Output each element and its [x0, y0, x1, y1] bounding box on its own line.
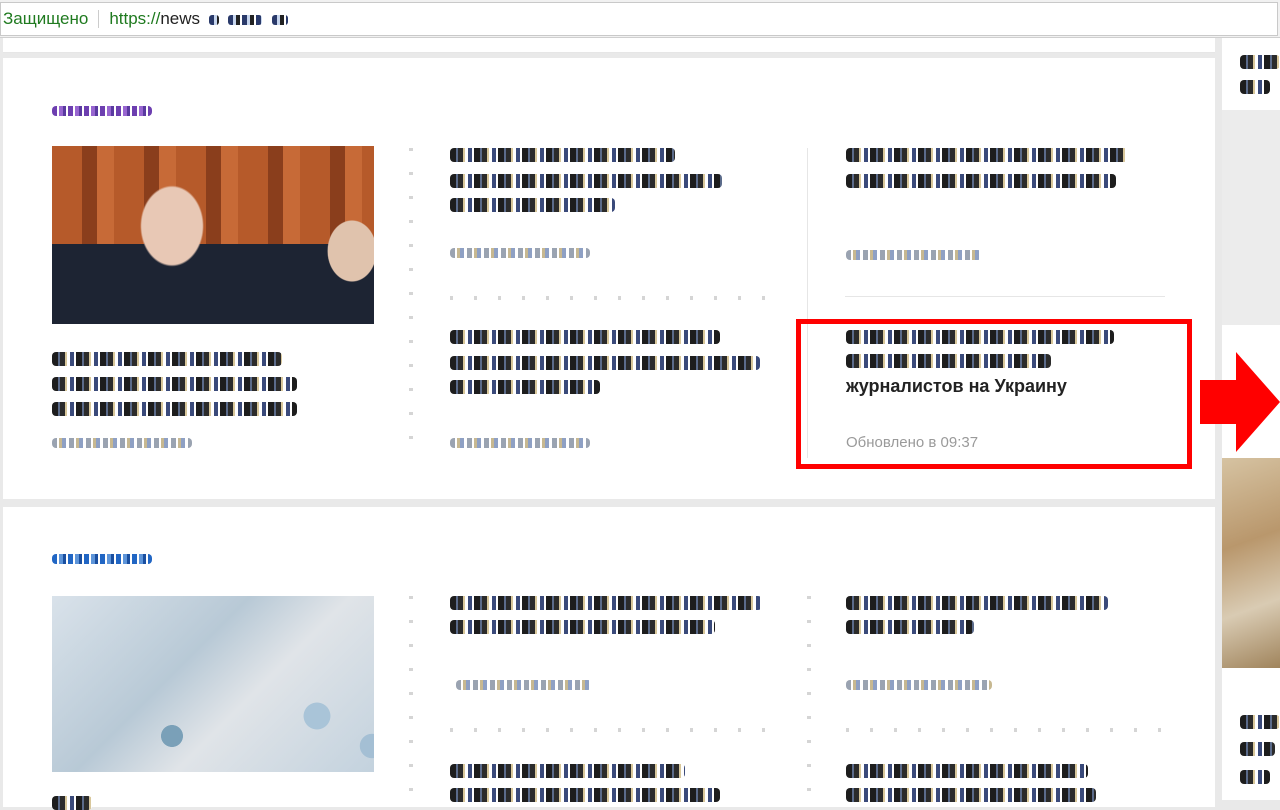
story-headline[interactable]: [846, 174, 1116, 188]
story-headline[interactable]: [450, 198, 615, 212]
right-headline[interactable]: [1240, 55, 1280, 69]
story-headline[interactable]: [450, 596, 762, 610]
story-headline[interactable]: [846, 620, 974, 634]
row-separator: [846, 728, 1166, 732]
right-headline[interactable]: [1240, 80, 1270, 94]
story-headline[interactable]: [52, 352, 282, 366]
row-separator: [450, 728, 770, 732]
story-headline[interactable]: [846, 764, 1088, 778]
story-headline[interactable]: [450, 356, 760, 370]
story-headline[interactable]: [450, 620, 715, 634]
story-photo[interactable]: [52, 146, 374, 324]
browser-address-bar: Защищено https://news: [0, 0, 1280, 38]
story-meta: [456, 680, 592, 690]
obscured-url-part: [227, 14, 262, 25]
obscured-url-part: [272, 14, 289, 25]
section-title[interactable]: [52, 106, 152, 116]
right-headline[interactable]: [1240, 715, 1280, 729]
url-host: news: [160, 9, 201, 28]
obscured-url-part: [208, 14, 219, 25]
top-strip: [3, 38, 1215, 53]
story-headline[interactable]: [52, 796, 92, 810]
story-meta: [52, 438, 192, 448]
column-separator: [807, 596, 811, 800]
section-title[interactable]: [52, 554, 152, 564]
row-separator: [450, 296, 770, 300]
story-headline[interactable]: [450, 764, 685, 778]
right-headline[interactable]: [1240, 770, 1270, 784]
story-headline[interactable]: [450, 148, 675, 162]
story-photo[interactable]: [52, 596, 374, 772]
url-field[interactable]: Защищено https://news: [0, 2, 1278, 36]
right-column-image[interactable]: [1222, 458, 1280, 668]
right-arrow-icon: [1200, 352, 1280, 452]
secure-label[interactable]: Защищено: [1, 10, 100, 28]
story-headline[interactable]: [450, 174, 722, 188]
right-headline[interactable]: [1240, 742, 1275, 756]
highlight-frame: [796, 319, 1192, 469]
right-column-image-placeholder: [1222, 110, 1280, 325]
story-headline[interactable]: [846, 148, 1128, 162]
row-separator: [845, 296, 1165, 297]
column-separator: [409, 596, 413, 800]
story-meta: [450, 438, 590, 448]
story-meta: [450, 248, 590, 258]
story-headline[interactable]: [450, 330, 720, 344]
story-headline[interactable]: [52, 377, 297, 391]
story-meta: [846, 680, 992, 690]
story-meta: [846, 250, 982, 260]
story-headline[interactable]: [846, 596, 1108, 610]
story-headline[interactable]: [52, 402, 297, 416]
column-separator: [409, 148, 413, 448]
story-headline[interactable]: [450, 380, 600, 394]
url-text[interactable]: https://news: [99, 9, 289, 29]
url-scheme: https://: [109, 9, 161, 28]
